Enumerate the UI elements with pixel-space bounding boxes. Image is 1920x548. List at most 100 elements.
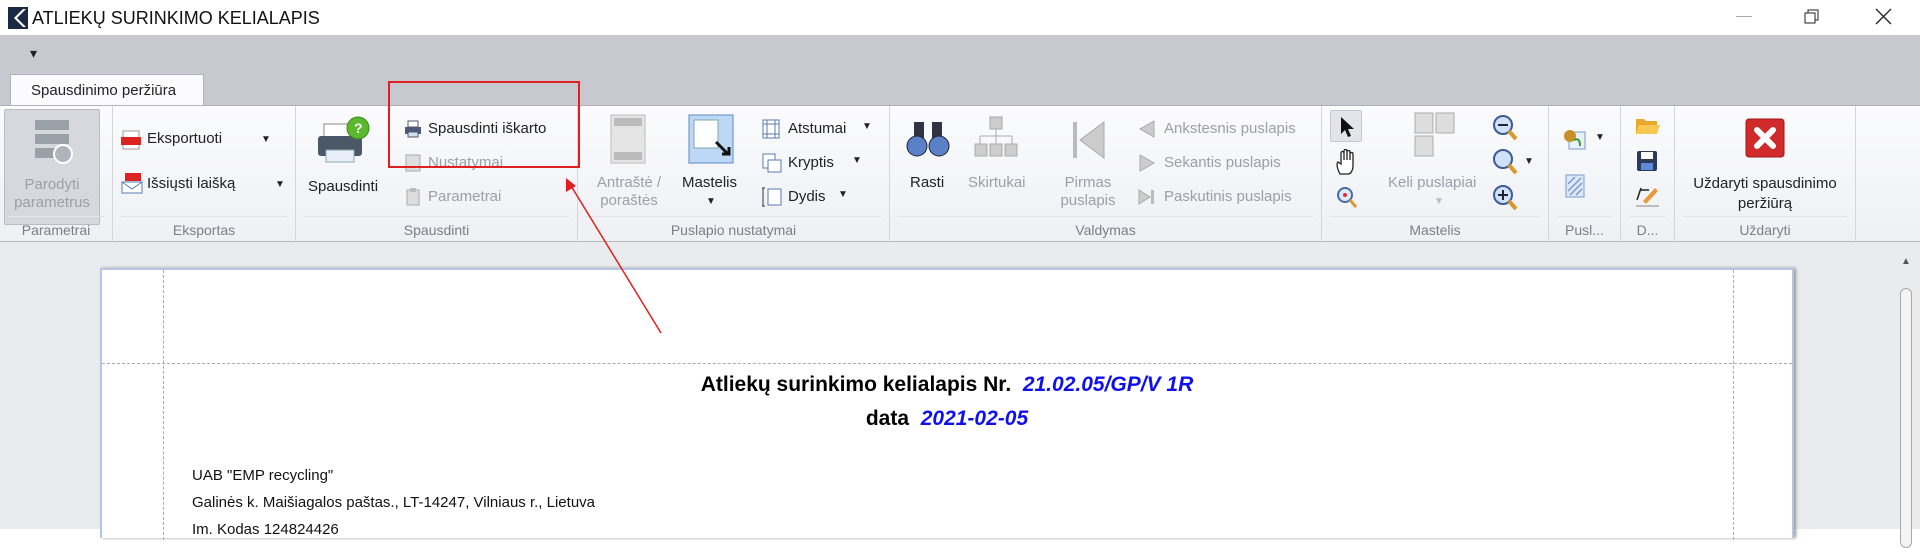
- restore-button[interactable]: [1804, 9, 1820, 25]
- margin-guide-left: [163, 270, 164, 540]
- document-number: 21.02.05/GP/V 1R: [1022, 373, 1194, 396]
- tab-spausdinimo-perziura[interactable]: Spausdinimo peržiūra: [10, 74, 204, 106]
- export-button[interactable]: Eksportuoti ▼: [121, 128, 286, 152]
- previous-page-label: Ankstesnis puslapis: [1164, 120, 1296, 137]
- hand-tool-icon[interactable]: [1334, 148, 1360, 176]
- zoom-tool-icon[interactable]: [1336, 186, 1358, 210]
- printer-help-icon: ?: [318, 116, 370, 163]
- annotation-highlight-box: [388, 81, 580, 168]
- company-code: Im. Kodas 124824426: [192, 521, 339, 538]
- margin-guide-right: [1733, 270, 1734, 540]
- next-icon: [1139, 154, 1156, 172]
- last-page-icon: [1138, 189, 1154, 205]
- multiple-pages-icon: [1414, 112, 1455, 157]
- last-page-button[interactable]: Paskutinis puslapis: [1138, 186, 1318, 210]
- next-page-label: Sekantis puslapis: [1164, 154, 1281, 171]
- document-date: data 2021-02-05: [865, 407, 1029, 430]
- group-valdymas: Rasti Skirtukai Pirmas puslapis Ankstesn…: [890, 106, 1322, 242]
- zoom-in-icon[interactable]: [1492, 184, 1518, 212]
- print-parameters-button[interactable]: Parametrai: [404, 186, 534, 210]
- group-pusl: ▼ Pusl...: [1549, 106, 1621, 242]
- group-label: Valdymas: [890, 216, 1321, 238]
- minimize-button[interactable]: [1736, 16, 1752, 17]
- scrollbar-thumb[interactable]: [1900, 288, 1912, 548]
- group-label: Uždaryti: [1675, 216, 1855, 238]
- group-label: Parametrai: [0, 216, 112, 238]
- find-label: Rasti: [910, 174, 945, 191]
- print-parameters-label: Parametrai: [428, 188, 502, 205]
- scale-label: Mastelis: [682, 174, 738, 191]
- watermark-icon[interactable]: [1565, 174, 1585, 198]
- bookmarks-label: Skirtukai: [968, 174, 1026, 191]
- zoom-icon[interactable]: [1492, 148, 1518, 176]
- orientation-button[interactable]: Kryptis ▼: [762, 152, 872, 176]
- bookmarks-tree-icon: [974, 116, 1018, 157]
- vertical-scrollbar[interactable]: ▲: [1898, 256, 1916, 548]
- pdf-email-icon: [121, 173, 143, 194]
- group-uzdaryti: Uždaryti spausdinimo peržiūrą Uždaryti: [1675, 106, 1856, 242]
- group-mastelis: Keli puslapiai ▼ ▼ Mastelis: [1322, 106, 1549, 242]
- zoom-out-icon[interactable]: [1492, 114, 1518, 142]
- clipboard-icon: [406, 188, 420, 206]
- header-footer-button[interactable]: Antraštė / poraštės: [584, 110, 674, 222]
- header-footer-label: Antraštė / poraštės: [596, 174, 662, 209]
- previous-page-button[interactable]: Ankstesnis puslapis: [1138, 118, 1318, 142]
- customize-qat-button[interactable]: ▾: [30, 45, 37, 62]
- company-address: Galinės k. Maišiagalos paštas., LT-14247…: [192, 494, 596, 511]
- parameters-gear-icon: [35, 120, 73, 164]
- open-folder-icon[interactable]: [1635, 116, 1661, 136]
- margins-button[interactable]: Atstumai ▼: [762, 118, 872, 142]
- margins-label: Atstumai: [788, 120, 847, 137]
- multiple-pages-button[interactable]: Keli puslapiai ▼: [1384, 110, 1494, 222]
- page-color-icon[interactable]: [1562, 126, 1586, 150]
- export-label: Eksportuoti: [147, 130, 223, 147]
- size-button[interactable]: Dydis ▼: [762, 186, 872, 210]
- send-email-label: Išsiųsti laišką: [147, 175, 236, 192]
- previous-icon: [1138, 120, 1155, 138]
- bookmarks-button[interactable]: Skirtukai: [962, 110, 1030, 222]
- page-color-dropdown-arrow[interactable]: ▼: [1595, 132, 1605, 143]
- first-page-label: Pirmas puslapis: [1060, 174, 1116, 209]
- pointer-icon: [1341, 117, 1354, 137]
- scale-page-icon: [688, 114, 734, 164]
- document-title: Atliekų surinkimo kelialapis Nr. 21.02.0…: [700, 373, 1194, 396]
- pointer-tool-button[interactable]: [1330, 110, 1362, 142]
- group-label: Pusl...: [1549, 216, 1620, 238]
- pdf-icon: [121, 130, 141, 150]
- print-button[interactable]: ? Spausdinti: [300, 110, 384, 222]
- first-page-button[interactable]: Pirmas puslapis: [1050, 110, 1126, 222]
- orientation-icon: [762, 153, 782, 173]
- ribbon: Parodyti parametrus Parametrai Eksportuo…: [0, 105, 1920, 242]
- tab-label: Spausdinimo peržiūra: [31, 82, 177, 99]
- title-bar: ATLIEKŲ SURINKIMO KELIALAPIS: [0, 0, 1920, 35]
- group-eksportas: Eksportuoti ▼ Išsiųsti laišką ▼ Eksporta…: [113, 106, 296, 242]
- save-icon[interactable]: [1636, 150, 1658, 172]
- show-parameters-button[interactable]: Parodyti parametrus: [4, 109, 100, 225]
- group-parametrai: Parodyti parametrus Parametrai: [0, 106, 113, 242]
- margins-icon: [762, 119, 780, 139]
- last-page-label: Paskutinis puslapis: [1164, 188, 1292, 205]
- close-red-x-icon: [1745, 118, 1785, 158]
- zoom-dropdown-arrow[interactable]: ▼: [1524, 156, 1534, 167]
- size-label: Dydis: [788, 188, 826, 205]
- edit-icon[interactable]: [1635, 184, 1661, 208]
- close-preview-button[interactable]: Uždaryti spausdinimo peržiūrą: [1679, 110, 1851, 222]
- window-title: ATLIEKŲ SURINKIMO KELIALAPIS: [32, 8, 320, 28]
- show-parameters-label: Parodyti parametrus: [14, 176, 90, 211]
- send-email-button[interactable]: Išsiųsti laišką ▼: [121, 172, 291, 196]
- close-window-button[interactable]: [1875, 8, 1892, 25]
- scroll-up-icon[interactable]: ▲: [1901, 256, 1911, 267]
- orientation-label: Kryptis: [788, 154, 834, 171]
- group-label: D...: [1621, 216, 1674, 238]
- document-page: Atliekų surinkimo kelialapis Nr. 21.02.0…: [100, 268, 1794, 540]
- scale-button[interactable]: Mastelis ▼: [678, 110, 744, 222]
- binoculars-icon: [906, 122, 950, 157]
- quick-access-toolbar: ▾ Spausdinimo peržiūra: [0, 35, 1920, 106]
- group-label: Eksportas: [113, 216, 295, 238]
- close-preview-label: Uždaryti spausdinimo peržiūrą: [1693, 175, 1837, 212]
- find-button[interactable]: Rasti: [896, 110, 960, 222]
- first-page-icon: [1073, 121, 1105, 159]
- company-name: UAB "EMP recycling": [192, 467, 334, 484]
- header-footer-icon: [610, 114, 646, 164]
- next-page-button[interactable]: Sekantis puslapis: [1138, 152, 1318, 176]
